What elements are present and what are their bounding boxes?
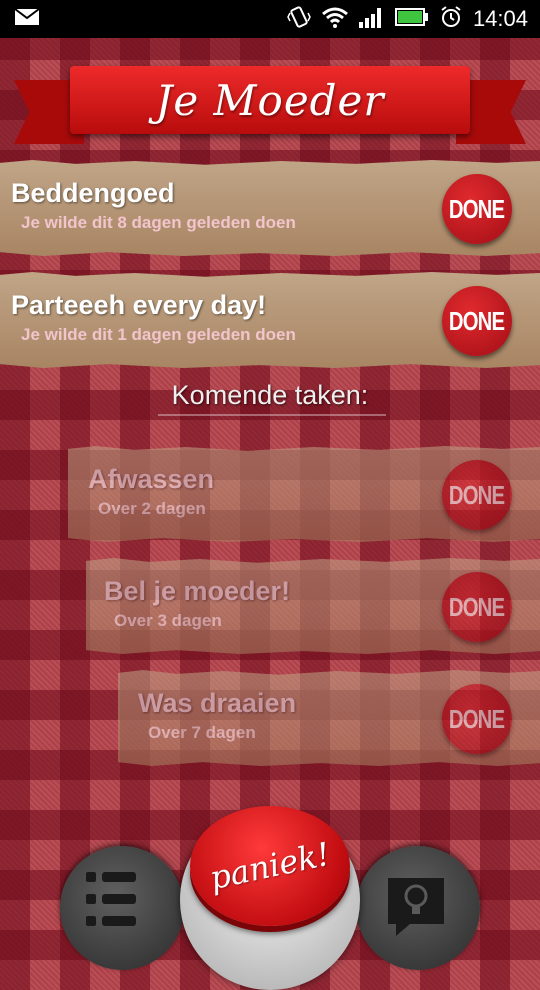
- done-button[interactable]: DONE: [442, 460, 512, 530]
- done-label: DONE: [449, 479, 505, 510]
- task-card-beddengoed[interactable]: Beddengoed Je wilde dit 8 dagen geleden …: [0, 160, 540, 256]
- banner-main: Je Moeder: [70, 66, 470, 134]
- task-title: Beddengoed: [11, 178, 175, 208]
- alarm-icon: [439, 5, 463, 33]
- signal-icon: [358, 6, 385, 32]
- task-title: Parteeeh every day!: [11, 290, 267, 320]
- app-title: Je Moeder: [155, 75, 385, 125]
- upcoming-task-afwassen[interactable]: Afwassen Over 2 dagen DONE: [68, 446, 540, 542]
- header-banner: Je Moeder: [14, 58, 526, 148]
- task-subtitle: Over 3 dagen: [114, 611, 222, 630]
- status-bar: 14:04: [0, 0, 540, 38]
- list-icon: [86, 872, 136, 938]
- mail-icon: [14, 8, 40, 30]
- task-title: Afwassen: [88, 464, 215, 494]
- done-button[interactable]: DONE: [442, 286, 512, 356]
- task-subtitle: Over 7 dagen: [148, 723, 256, 742]
- task-subtitle: Je wilde dit 8 dagen geleden doen: [21, 213, 296, 232]
- done-label: DONE: [449, 591, 505, 622]
- done-button[interactable]: DONE: [442, 684, 512, 754]
- panic-button[interactable]: paniek!: [190, 806, 350, 926]
- wifi-icon: [321, 6, 349, 32]
- task-subtitle: Over 2 dagen: [98, 499, 206, 518]
- done-label: DONE: [449, 193, 505, 224]
- status-time: 14:04: [472, 6, 528, 31]
- vibrate-icon: [287, 5, 311, 33]
- done-button[interactable]: DONE: [442, 174, 512, 244]
- done-button[interactable]: DONE: [442, 572, 512, 642]
- panic-label: paniek!: [206, 834, 334, 898]
- task-title: Bel je moeder!: [104, 576, 291, 606]
- done-label: DONE: [449, 305, 505, 336]
- task-title: Was draaien: [138, 688, 297, 718]
- tips-button[interactable]: [356, 846, 480, 970]
- lightbulb-speech-icon: [386, 876, 446, 952]
- upcoming-task-bel-je-moeder[interactable]: Bel je moeder! Over 3 dagen DONE: [86, 558, 540, 654]
- upcoming-task-was-draaien[interactable]: Was draaien Over 7 dagen DONE: [118, 670, 540, 766]
- upcoming-underline: [158, 414, 386, 416]
- battery-icon: [394, 7, 429, 31]
- list-button[interactable]: [60, 846, 184, 970]
- task-subtitle: Je wilde dit 1 dagen geleden doen: [21, 325, 296, 344]
- upcoming-heading: Komende taken:: [171, 380, 369, 410]
- done-label: DONE: [449, 703, 505, 734]
- task-card-parteeeh[interactable]: Parteeeh every day! Je wilde dit 1 dagen…: [0, 272, 540, 368]
